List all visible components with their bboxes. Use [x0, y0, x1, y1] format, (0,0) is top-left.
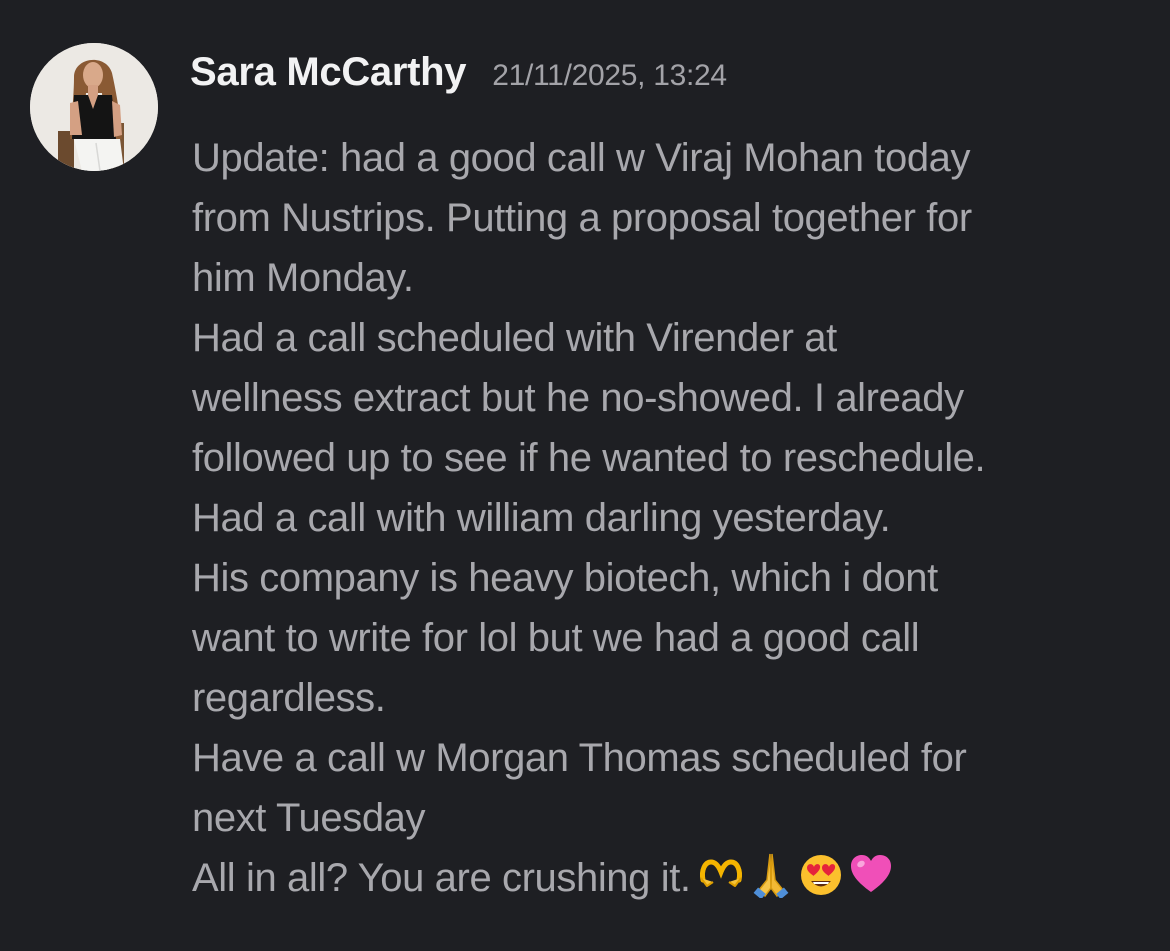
message-line-last: All in all? You are crushing it.: [192, 848, 1152, 908]
avatar-photo: [30, 43, 158, 171]
chat-message: Sara McCarthy 21/11/2025, 13:24 Update: …: [0, 0, 1170, 951]
message-line: want to write for lol but we had a good …: [192, 616, 920, 660]
message-line: next Tuesday: [192, 796, 426, 840]
emoji-row: [697, 850, 895, 899]
message-line: Had a call with william darling yesterda…: [192, 496, 891, 540]
message-header: Sara McCarthy 21/11/2025, 13:24: [190, 50, 727, 106]
heart-eyes-face-icon: [800, 855, 841, 896]
avatar[interactable]: [30, 43, 158, 171]
message-line: His company is heavy biotech, which i do…: [192, 556, 938, 600]
message-timestamp[interactable]: 21/11/2025, 13:24: [492, 59, 727, 93]
message-line: him Monday.: [192, 256, 414, 300]
message-line: Have a call w Morgan Thomas scheduled fo…: [192, 736, 967, 780]
folded-hands-icon: [753, 854, 789, 899]
message-line-text: All in all? You are crushing it.: [192, 856, 691, 900]
pink-heart-icon: [850, 855, 891, 893]
message-line: followed up to see if he wanted to resch…: [192, 436, 986, 480]
message-line: wellness extract but he no-showed. I alr…: [192, 376, 964, 420]
heart-hands-icon: [699, 859, 742, 888]
author-name[interactable]: Sara McCarthy: [190, 50, 467, 95]
message-body: Update: had a good call w Viraj Mohan to…: [192, 128, 1152, 908]
message-line: from Nustrips. Putting a proposal togeth…: [192, 196, 972, 240]
message-line: regardless.: [192, 676, 386, 720]
message-line: Update: had a good call w Viraj Mohan to…: [192, 136, 971, 180]
message-line: Had a call scheduled with Virender at: [192, 316, 837, 360]
